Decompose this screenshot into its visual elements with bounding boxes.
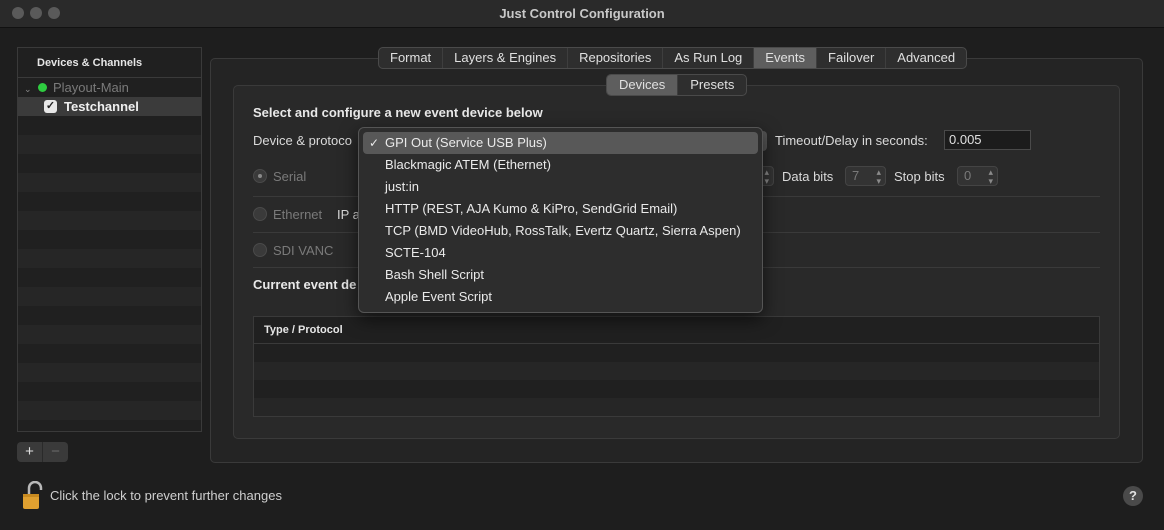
- devices-channels-sidebar: Devices & Channels ⌄ Playout-Main ✓ Testch…: [17, 47, 202, 432]
- help-button[interactable]: ?: [1123, 486, 1143, 506]
- list-item: [18, 401, 201, 420]
- subtab-presets[interactable]: Presets: [678, 75, 746, 95]
- list-item: [18, 249, 201, 268]
- timeout-input[interactable]: 0.005: [944, 130, 1031, 150]
- channel-checkbox[interactable]: ✓: [44, 100, 57, 114]
- list-item: [18, 344, 201, 363]
- ethernet-radio[interactable]: [253, 207, 267, 221]
- list-item: [18, 306, 201, 325]
- lock-message: Click the lock to prevent further change…: [50, 488, 282, 503]
- list-item: [18, 230, 201, 249]
- list-item: [18, 135, 201, 154]
- section-title: Select and configure a new event device …: [253, 105, 543, 120]
- serial-radio[interactable]: [253, 169, 267, 183]
- list-item: [18, 382, 201, 401]
- remove-button[interactable]: −: [43, 442, 68, 462]
- table-row[interactable]: [254, 380, 1099, 398]
- sidebar-group-label: Playout-Main: [53, 80, 129, 95]
- menu-item-blackmagic-atem[interactable]: Blackmagic ATEM (Ethernet): [363, 154, 758, 176]
- tab-failover[interactable]: Failover: [817, 48, 887, 68]
- ethernet-label: Ethernet: [273, 207, 323, 222]
- list-item: [18, 173, 201, 192]
- list-item: [18, 192, 201, 211]
- sdi-vanc-radio[interactable]: [253, 243, 267, 257]
- tab-events[interactable]: Events: [754, 48, 818, 68]
- tab-advanced[interactable]: Advanced: [886, 48, 966, 68]
- checkmark-icon: ✓: [369, 136, 380, 150]
- sidebar-header: Devices & Channels: [18, 48, 201, 78]
- tab-as-run-log[interactable]: As Run Log: [663, 48, 755, 68]
- current-devices-title: Current event de: [253, 277, 357, 292]
- tab-bar: Format Layers & Engines Repositories As …: [378, 47, 968, 69]
- sidebar-item-testchannel[interactable]: ✓ Testchannel: [18, 97, 201, 116]
- data-bits-label: Data bits: [782, 169, 834, 184]
- menu-item-gpi-out[interactable]: ✓ GPI Out (Service USB Plus): [363, 132, 758, 154]
- menu-item-scte-104[interactable]: SCTE-104: [363, 242, 758, 264]
- tab-format[interactable]: Format: [379, 48, 444, 68]
- subtab-devices[interactable]: Devices: [607, 75, 679, 95]
- title-bar: Just Control Configuration: [0, 0, 1164, 28]
- status-dot-icon: [38, 83, 47, 93]
- stop-bits-value: 0: [964, 168, 972, 183]
- timeout-label: Timeout/Delay in seconds:: [775, 133, 928, 148]
- menu-item-just-in[interactable]: just:in: [363, 176, 758, 198]
- serial-label: Serial: [273, 169, 307, 184]
- sidebar-group-playout-main[interactable]: ⌄ Playout-Main: [18, 78, 201, 97]
- list-item: [18, 268, 201, 287]
- menu-item-tcp[interactable]: TCP (BMD VideoHub, RossTalk, Evertz Quar…: [363, 220, 758, 242]
- list-item: [18, 154, 201, 173]
- list-item: [18, 211, 201, 230]
- device-protocol-menu: ✓ GPI Out (Service USB Plus) Blackmagic A…: [358, 127, 763, 313]
- list-item: [18, 287, 201, 306]
- menu-item-bash-shell-script[interactable]: Bash Shell Script: [363, 264, 758, 286]
- list-item: [18, 116, 201, 135]
- tab-layers-engines[interactable]: Layers & Engines: [443, 48, 569, 68]
- stop-bits-label: Stop bits: [894, 169, 945, 184]
- menu-item-apple-event-script[interactable]: Apple Event Script: [363, 286, 758, 308]
- table-row[interactable]: [254, 398, 1099, 416]
- subtab-bar: Devices Presets: [606, 74, 748, 96]
- lock-icon[interactable]: [22, 481, 46, 511]
- add-remove-control: + −: [17, 442, 68, 462]
- event-devices-table: Type / Protocol: [253, 316, 1100, 417]
- add-button[interactable]: +: [17, 442, 43, 462]
- window-title: Just Control Configuration: [499, 6, 665, 21]
- list-item: [18, 363, 201, 382]
- ip-address-label: IP a: [337, 207, 360, 222]
- stop-bits-stepper[interactable]: 0 ▴ ▾: [957, 166, 998, 186]
- data-bits-value: 7: [852, 168, 860, 183]
- table-row[interactable]: [254, 362, 1099, 380]
- data-bits-stepper[interactable]: 7 ▴ ▾: [845, 166, 886, 186]
- sidebar-item-label: Testchannel: [64, 99, 139, 114]
- device-protocol-label: Device & protoco: [253, 133, 352, 148]
- menu-item-http[interactable]: HTTP (REST, AJA Kumo & KiPro, SendGrid E…: [363, 198, 758, 220]
- tab-repositories[interactable]: Repositories: [568, 48, 664, 68]
- column-header-type-protocol[interactable]: Type / Protocol: [254, 317, 1099, 344]
- list-item: [18, 325, 201, 344]
- sdi-vanc-label: SDI VANC: [273, 243, 334, 258]
- table-row[interactable]: [254, 344, 1099, 362]
